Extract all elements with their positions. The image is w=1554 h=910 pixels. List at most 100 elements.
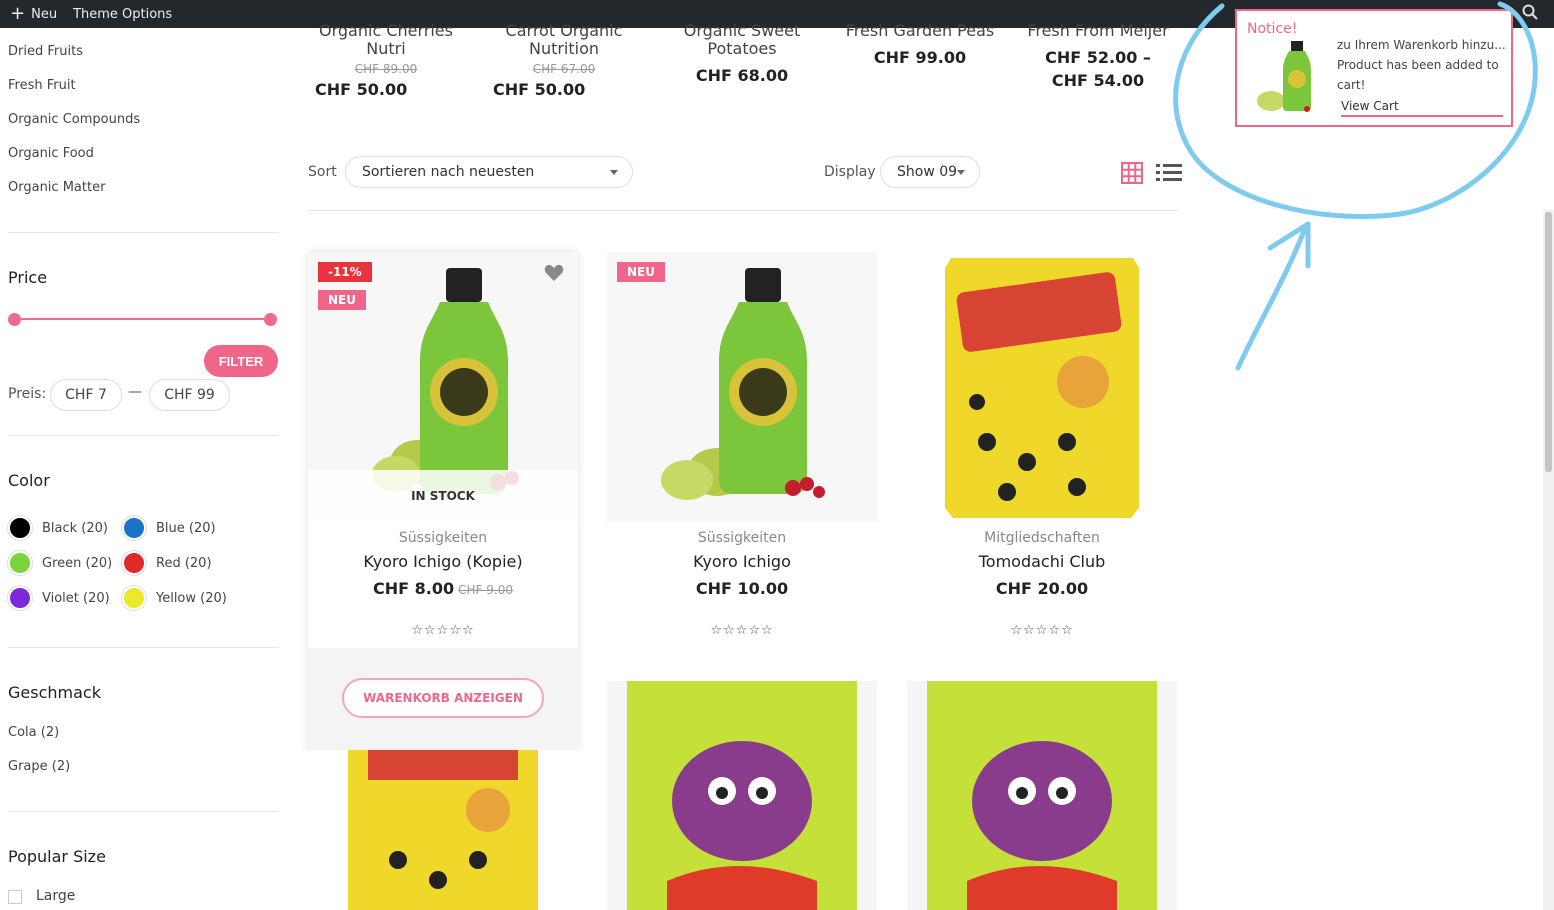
grid-view-icon[interactable] [1121,162,1143,188]
product-price: CHF 50.00 [493,80,586,99]
violet-swatch [8,586,32,610]
product-name: Potatoes [707,39,777,58]
top-product[interactable]: Organic Cherries Nutri CHF 89.00 CHF 50.… [301,21,471,100]
sort-label: Sort [308,164,337,180]
color-label: Red (20) [156,555,212,571]
product-card[interactable]: -11% NEU IN STOCK Süssigkeiten Kyoro Ich… [308,252,578,750]
product-price: CHF 99.00 [873,48,967,67]
product-price: CHF 10.00 [695,579,789,598]
product-card[interactable]: Mitgliedschaften Tomodachi Club CHF 20.0… [907,252,1177,648]
star-rating: ☆☆☆☆☆ [710,623,774,638]
geschmack-title: Geschmack [8,683,101,702]
grape-candy-image [627,681,857,910]
candy-bag-image [945,258,1139,518]
blue-swatch [122,516,146,540]
product-price: CHF 20.00 [995,579,1089,598]
divider [8,811,278,812]
product-price: CHF 68.00 [695,66,789,85]
color-green[interactable]: Green (20) [8,551,112,575]
green-swatch [8,551,32,575]
cart-button-area: WARENKORB ANZEIGEN [308,648,578,750]
old-price: CHF 67.00 [532,62,596,76]
display-label: Display [824,164,876,180]
new-badge: NEU [617,262,665,282]
top-product[interactable]: Organic Sweet Potatoes CHF 68.00 [657,22,827,86]
color-label: Green (20) [42,555,113,571]
preis-label: Preis: [8,386,47,402]
old-price: CHF 89.00 [354,62,418,76]
category-organic-matter[interactable]: Organic Matter [8,180,105,195]
in-stock-label: IN STOCK [308,470,578,522]
heart-icon[interactable] [544,264,564,286]
price-dash: — [128,384,142,400]
product-title[interactable]: Kyoro Ichigo (Kopie) [308,552,578,571]
star-rating: ☆☆☆☆☆ [1010,623,1074,638]
product-name: Organic Cherries [319,21,453,40]
product-category[interactable]: Süssigkeiten [308,530,578,546]
top-product[interactable]: Fresh Garden Peas CHF 99.00 [835,22,1005,68]
product-price: CHF 52.00 – [1045,48,1151,67]
category-organic-compounds[interactable]: Organic Compounds [8,112,140,127]
product-image[interactable] [907,252,1177,522]
divider [8,232,278,233]
price-slider-track[interactable] [14,318,270,320]
new-label: Neu [31,6,58,22]
category-fresh-fruit[interactable]: Fresh Fruit [8,78,76,93]
color-yellow[interactable]: Yellow (20) [122,586,227,610]
product-image[interactable] [607,252,877,522]
size-large-label[interactable]: Large [36,888,75,904]
red-swatch [122,551,146,575]
color-title: Color [8,471,50,490]
star-rating: ☆☆☆☆☆ [411,623,475,638]
candy-bag-image [348,750,538,910]
was-price: CHF 9.00 [458,583,513,597]
top-product[interactable]: Carrot Organic Nutrition CHF 67.00 CHF 5… [479,22,649,100]
black-swatch [8,516,32,540]
color-label: Black (20) [42,520,108,536]
display-select[interactable]: Show 09 [880,156,980,188]
product-price: CHF 54.00 [1051,71,1145,90]
product-card[interactable]: NEU Süssigkeiten Kyoro Ichigo CHF 10.00 … [607,252,877,648]
price-min-value: CHF 7 [50,379,122,411]
color-label: Blue (20) [156,520,216,536]
category-dried-fruits[interactable]: Dried Fruits [8,44,83,59]
color-violet[interactable]: Violet (20) [8,586,110,610]
scrollbar-thumb[interactable] [1545,212,1552,472]
sort-select[interactable]: Sortieren nach neuesten [345,156,633,188]
product-category[interactable]: Süssigkeiten [607,530,877,546]
grape-candy-image [927,681,1157,910]
yellow-swatch [122,586,146,610]
popular-size-title: Popular Size [8,847,106,866]
color-black[interactable]: Black (20) [8,516,108,540]
product-image[interactable] [607,681,877,910]
price-max-value: CHF 99 [149,379,230,411]
divider [308,210,1178,211]
geschmack-cola[interactable]: Cola (2) [8,725,59,740]
product-name: Nutrition [528,39,600,58]
new-menu[interactable]: + Neu [0,0,63,28]
display-value: Show 09 [897,164,958,180]
color-red[interactable]: Red (20) [122,551,212,575]
theme-options-link[interactable]: Theme Options [67,0,178,28]
geschmack-grape[interactable]: Grape (2) [8,759,70,774]
size-large-checkbox[interactable] [8,890,22,904]
filter-button[interactable]: FILTER [204,345,278,377]
product-name: Fresh From Meijer [1027,21,1169,40]
highlight-annotation [1173,1,1538,371]
plus-icon: + [10,3,26,24]
category-organic-food[interactable]: Organic Food [8,146,94,161]
divider [8,647,278,648]
product-image[interactable] [907,681,1177,910]
product-category[interactable]: Mitgliedschaften [907,530,1177,546]
price-slider-max-handle[interactable] [264,313,277,326]
product-image[interactable] [308,750,578,910]
price-slider-min-handle[interactable] [8,313,21,326]
top-product[interactable]: Fresh From Meijer CHF 52.00 – CHF 54.00 [1013,21,1183,91]
view-cart-button[interactable]: WARENKORB ANZEIGEN [342,678,544,718]
divider [8,435,278,436]
product-title[interactable]: Kyoro Ichigo [607,552,877,571]
chevron-down-icon [610,170,618,175]
color-blue[interactable]: Blue (20) [122,516,216,540]
bottle-image [661,268,825,500]
product-title[interactable]: Tomodachi Club [907,552,1177,571]
